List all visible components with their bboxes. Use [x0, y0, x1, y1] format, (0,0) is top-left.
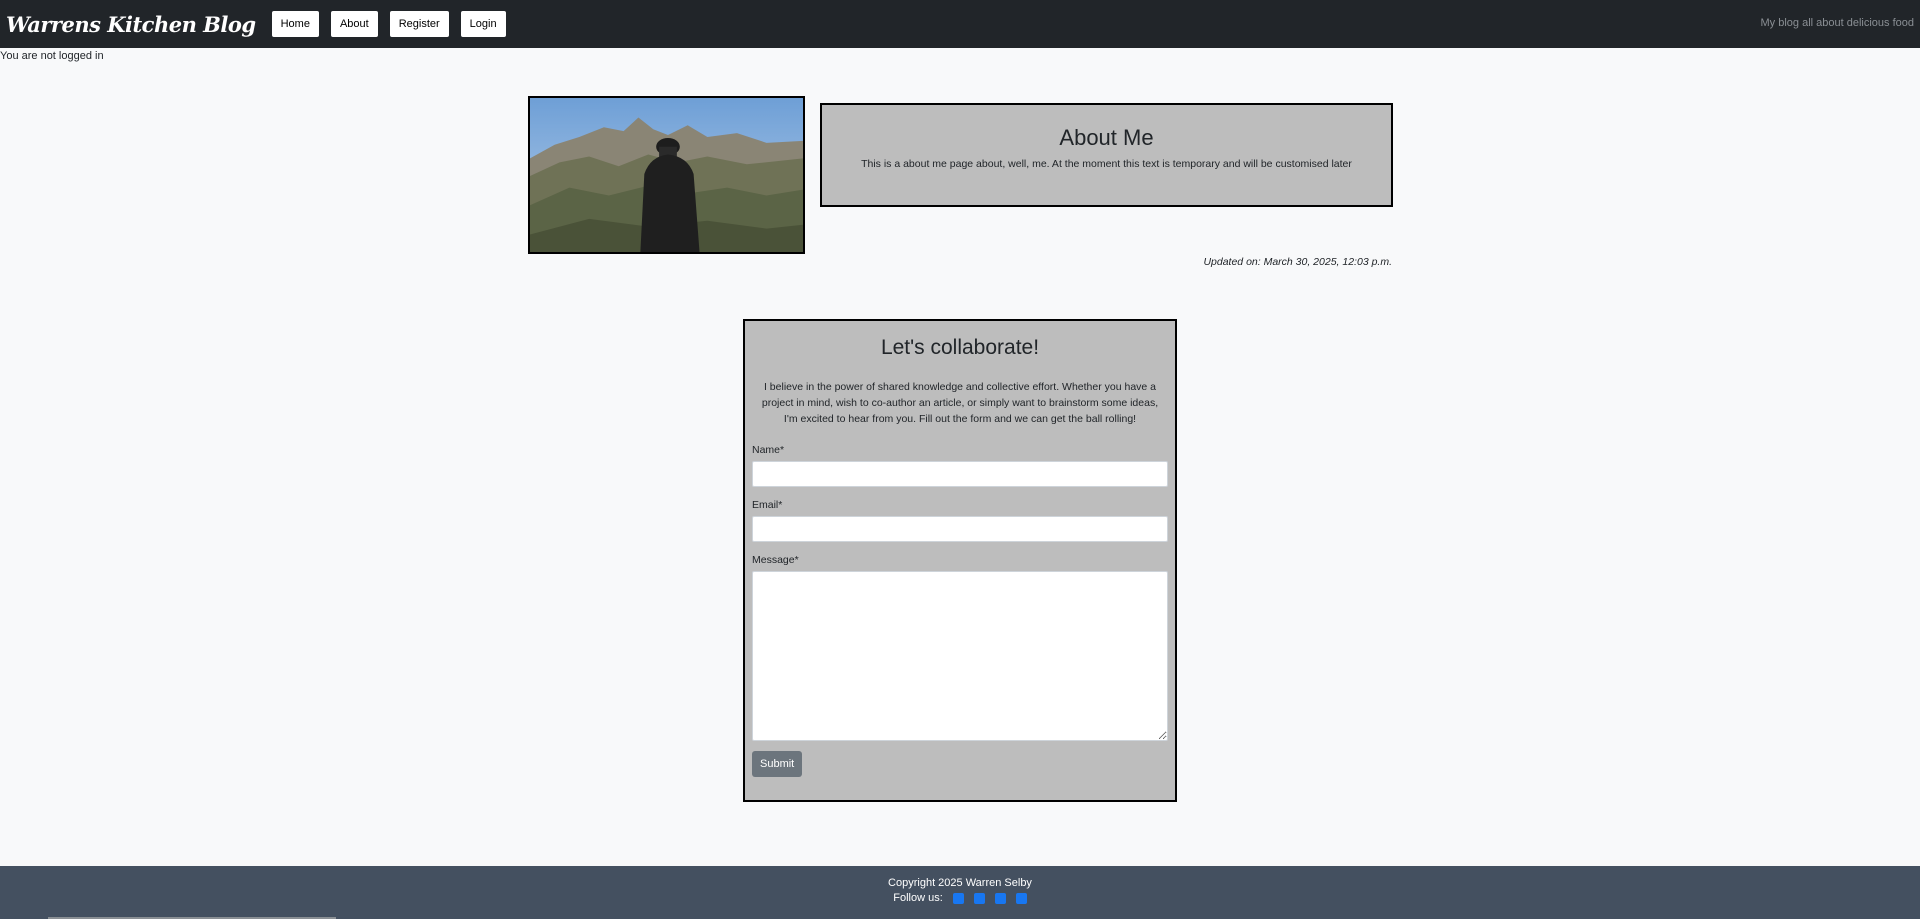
- youtube-icon[interactable]: [1015, 892, 1027, 904]
- footer: Copyright 2025 Warren Selby Follow us:: [0, 866, 1920, 919]
- facebook-icon[interactable]: [952, 892, 964, 904]
- message-textarea[interactable]: [752, 571, 1168, 741]
- about-title: About Me: [1059, 125, 1154, 150]
- twitter-icon[interactable]: [973, 892, 985, 904]
- nav-home-link[interactable]: Home: [271, 11, 319, 37]
- nav-login-link[interactable]: Login: [460, 11, 506, 37]
- follow-label: Follow us:: [893, 892, 943, 904]
- about-text: This is a about me page about, well, me.…: [861, 158, 1352, 170]
- about-photo: [528, 96, 805, 254]
- instagram-icon[interactable]: [994, 892, 1006, 904]
- name-label: Name*: [752, 444, 785, 456]
- message-label: Message*: [752, 554, 799, 566]
- top-navbar: Warrens Kitchen Blog Home About Register…: [0, 0, 1920, 48]
- name-input[interactable]: [752, 461, 1168, 487]
- collaborate-intro: I believe in the power of shared knowled…: [761, 381, 1159, 425]
- collaborate-title: Let's collaborate!: [880, 336, 1040, 359]
- email-input[interactable]: [752, 516, 1168, 542]
- site-tagline: My blog all about delicious food: [1760, 17, 1914, 29]
- nav-about-link[interactable]: About: [330, 11, 378, 37]
- footer-copyright: Copyright 2025 Warren Selby: [888, 877, 1032, 889]
- updated-timestamp: Updated on: March 30, 2025, 12:03 p.m.: [1203, 256, 1392, 268]
- nav-register-link[interactable]: Register: [389, 11, 449, 37]
- mountain-photo-image: [530, 98, 803, 252]
- brand-logo[interactable]: Warrens Kitchen Blog: [6, 12, 256, 37]
- submit-button[interactable]: Submit: [752, 751, 803, 777]
- collaborate-card: Let's collaborate! I believe in the powe…: [743, 319, 1177, 802]
- email-label: Email*: [752, 499, 783, 511]
- footer-follow: Follow us:: [0, 892, 1920, 904]
- about-card: About Me This is a about me page about, …: [820, 103, 1393, 207]
- login-status: You are not logged in: [0, 50, 104, 62]
